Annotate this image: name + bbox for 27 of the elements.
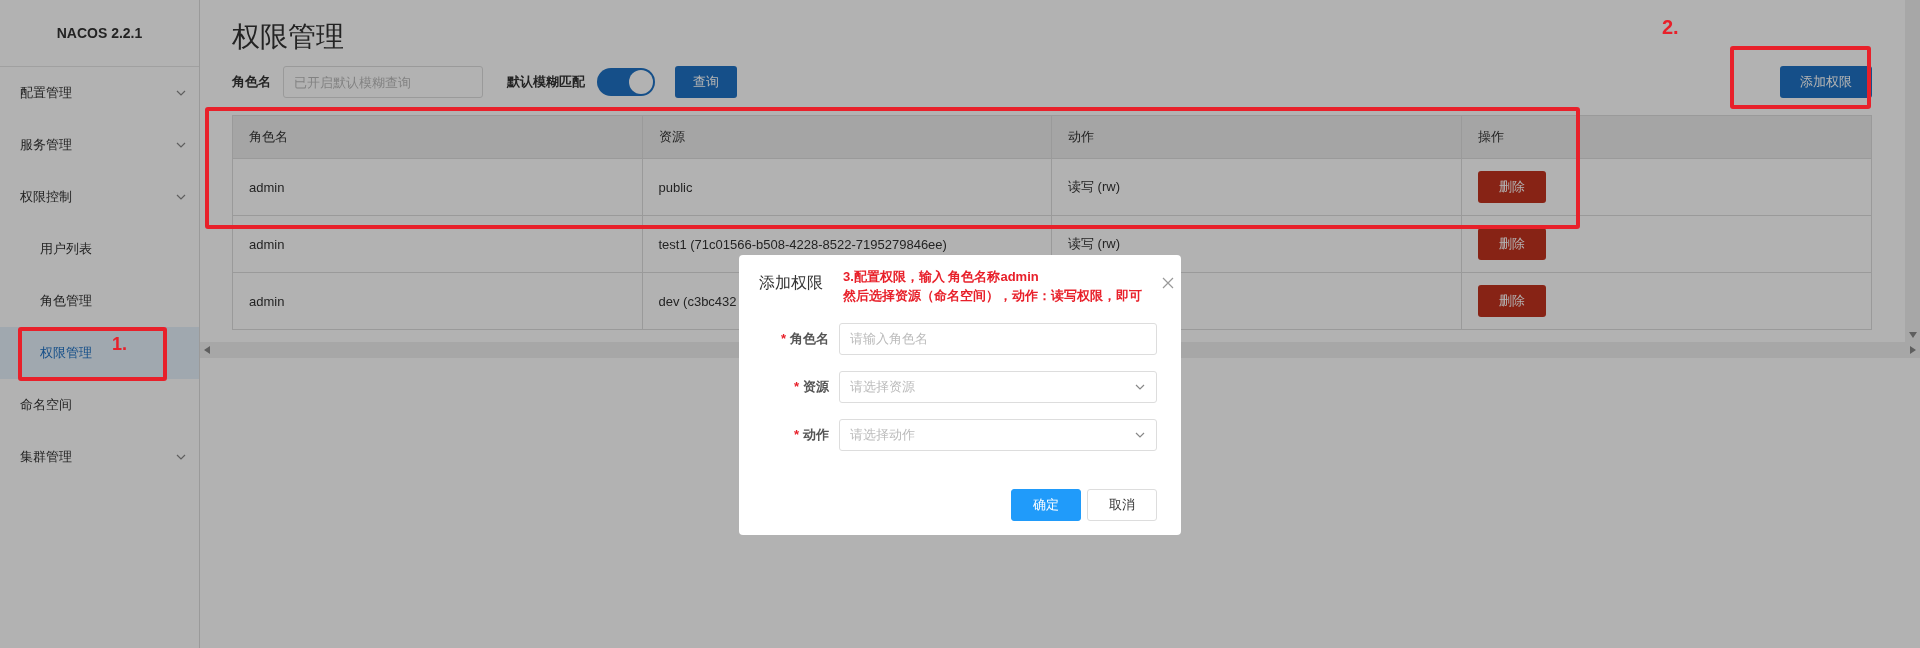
app-logo: NACOS 2.2.1 xyxy=(0,0,199,67)
table-cell: admin xyxy=(233,158,643,215)
column-header: 角色名 xyxy=(233,116,643,158)
table-cell: 读写 (rw) xyxy=(1052,158,1462,215)
page-title: 权限管理 xyxy=(232,20,344,54)
menu-label: 权限控制 xyxy=(20,188,72,206)
table-cell: admin xyxy=(233,272,643,329)
required-mark: * xyxy=(780,331,786,346)
required-mark: * xyxy=(793,379,799,394)
field-label: * 角色名 xyxy=(779,330,829,348)
table-cell: public xyxy=(642,158,1052,215)
menu-label: 服务管理 xyxy=(20,136,72,154)
column-header: 资源 xyxy=(642,116,1052,158)
field-label: * 资源 xyxy=(792,378,829,396)
toggle-label: 默认模糊匹配 xyxy=(507,73,585,91)
required-mark: * xyxy=(793,427,799,442)
column-header: 动作 xyxy=(1052,116,1462,158)
table-cell: admin xyxy=(233,215,643,272)
step-number: 1. xyxy=(112,334,127,355)
filter-label: 角色名 xyxy=(232,73,271,91)
menu-label: 配置管理 xyxy=(20,84,72,102)
field-label: * 动作 xyxy=(792,426,829,444)
menu-label: 集群管理 xyxy=(20,448,72,466)
step-number: 2. xyxy=(1662,16,1679,39)
column-header: 操作 xyxy=(1461,116,1871,158)
menu-label: 命名空间 xyxy=(20,396,72,414)
dialog-title: 添加权限 xyxy=(759,273,823,293)
